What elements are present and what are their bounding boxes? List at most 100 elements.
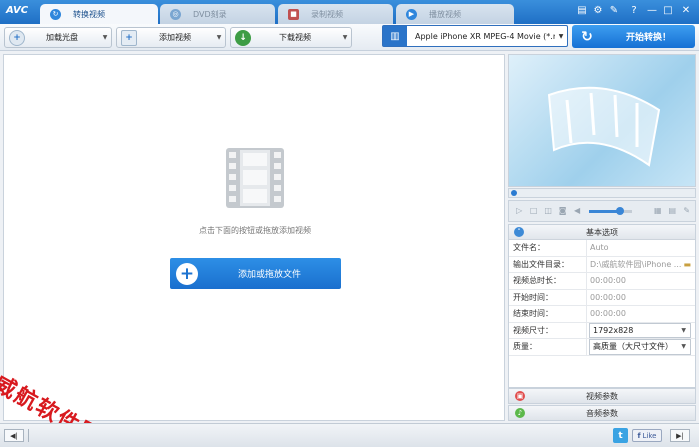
chevron-down-icon: ▼ [102,34,108,41]
collapse-left-button[interactable]: ◀| [4,429,24,442]
output-dir-value: D:\威航软件园\iPhone ... [590,259,682,269]
tab-record-video[interactable]: ■ 录制视频 [278,4,393,24]
audio-params-label: 音频参数 [586,408,618,418]
drop-hint-text: 点击下面的按钮或拖放添加视频 [199,226,311,235]
audio-params-icon: ♪ [515,408,525,418]
start-convert-button[interactable]: ↻ 开始转换！ [572,25,695,48]
quality-select[interactable]: 高质量（大尺寸文件） ▼ [589,339,691,355]
minimize-button[interactable]: — [646,5,658,17]
video-params-icon: ▣ [515,391,525,401]
start-time-field[interactable]: 00:00:00 [587,290,695,306]
volume-handle[interactable] [616,206,625,215]
tools-icon[interactable]: ✎ [608,5,620,17]
volume-icon[interactable]: ◀ [571,205,583,217]
seek-handle[interactable] [511,190,517,196]
seek-bar[interactable] [508,188,696,198]
tab-play-video[interactable]: ▶ 播放视频 [396,4,514,24]
load-disc-label: 加载光盘 [46,33,78,42]
volume-slider[interactable] [589,206,632,215]
stop-icon[interactable]: □ [527,205,539,217]
setting-row-start-time: 开始时间： 00:00:00 [509,289,695,306]
maximize-button[interactable]: □ [662,5,674,17]
facebook-icon: f [637,431,641,440]
convert-icon: ↻ [50,8,61,20]
app-logo: AVC [6,5,29,16]
plus-icon: + [176,262,198,285]
collapse-icon: ˄ [514,227,524,237]
tab-label: 录制视频 [311,9,343,19]
camera-icon[interactable]: ◙ [556,205,568,217]
duration-value: 00:00:00 [590,276,626,286]
convert-label: 开始转换！ [625,33,671,43]
film-add-icon: + [121,29,137,46]
facebook-like-button[interactable]: f Like [632,429,662,442]
setting-row-end-time: 结束时间： 00:00:00 [509,306,695,323]
player-controls: ▷ □ ◫ ◙ ◀ ▦ ▤ ✎ [508,200,696,222]
profile-icon: ▥ [383,26,407,46]
setting-row-filename: 文件名： Auto [509,240,695,257]
tab-label: 转换视频 [73,9,105,19]
tab-convert-video[interactable]: ↻ 转换视频 [40,4,158,24]
tab-label: 播放视频 [429,9,461,19]
crop-icon[interactable]: ▦ [652,205,664,217]
audio-params-header[interactable]: ♪ 音频参数 [508,405,696,421]
setting-label: 视频总时长： [509,273,587,289]
profile-value: Apple iPhone XR MPEG-4 Movie (*.m... [415,31,555,41]
video-size-value: 1792x828 [593,325,634,335]
download-video-label: 下载视频 [279,33,311,42]
load-disc-button[interactable]: + 加载光盘 ▼ [4,27,112,48]
download-video-button[interactable]: ↓ 下载视频 ▼ [230,27,352,48]
skin-icon[interactable]: ▤ [576,5,588,17]
setting-label: 文件名： [509,240,587,256]
output-profile-select[interactable]: ▥ Apple iPhone XR MPEG-4 Movie (*.m... ▼ [382,25,568,47]
close-button[interactable]: ✕ [680,5,692,17]
add-video-button[interactable]: + 添加视频 ▼ [116,27,226,48]
setting-label: 开始时间： [509,289,587,305]
output-dir-field[interactable]: D:\威航软件园\iPhone ... ▬ [587,257,695,273]
help-icon[interactable]: ? [628,5,640,17]
film-strip-icon [226,148,284,208]
chevron-down-icon: ▼ [681,326,686,334]
video-params-header[interactable]: ▣ 视频参数 [508,388,696,404]
basic-options-panel: ˄ 基本选项 文件名： Auto 输出文件目录： D:\威航软件园\iPhone… [508,224,696,388]
title-bar: AVC ↻ 转换视频 ◎ DVD刻录 ■ 录制视频 ▶ 播放视频 ▤ ⚙ ✎ ?… [0,0,699,24]
filename-field[interactable]: Auto [587,240,695,256]
chevron-down-icon: ▼ [558,32,564,40]
add-or-drop-file-button[interactable]: + 添加或拖放文件 [170,258,341,289]
wrench-icon[interactable]: ✎ [681,205,693,217]
video-size-select[interactable]: 1792x828 ▼ [589,322,691,338]
film-reel-graphic [547,86,661,167]
folder-icon[interactable]: ▬ [683,260,691,269]
setting-row-quality: 质量： 高质量（大尺寸文件） ▼ [509,339,695,356]
setting-label: 结束时间： [509,306,587,322]
setting-row-duration: 视频总时长： 00:00:00 [509,273,695,290]
chevron-down-icon: ▼ [342,34,348,41]
file-drop-area[interactable]: 点击下面的按钮或拖放添加视频 + 添加或拖放文件 [3,54,505,421]
status-bar: ◀| t f Like ▶| [0,423,699,447]
quality-value: 高质量（大尺寸文件） [593,342,673,352]
divider [28,429,29,442]
record-icon: ■ [288,8,299,20]
setting-label: 视频尺寸： [509,322,587,338]
twitter-icon[interactable]: t [613,428,628,443]
like-label: Like [642,431,657,440]
snapshot-icon[interactable]: ◫ [542,205,554,217]
add-file-label: 添加或拖放文件 [237,270,301,280]
collapse-right-button[interactable]: ▶| [670,429,690,442]
add-video-label: 添加视频 [159,33,191,42]
play-icon[interactable]: ▷ [513,205,525,217]
setting-row-output-dir: 输出文件目录： D:\威航软件园\iPhone ... ▬ [509,256,695,273]
chevron-down-icon: ▼ [216,34,222,41]
disc-icon: ◎ [170,8,181,20]
setting-row-video-size: 视频尺寸： 1792x828 ▼ [509,322,695,339]
end-time-field[interactable]: 00:00:00 [587,306,695,322]
section-title: 基本选项 [586,227,618,237]
tab-dvd-burn[interactable]: ◎ DVD刻录 [160,4,275,24]
download-globe-icon: ↓ [235,29,251,46]
basic-options-header[interactable]: ˄ 基本选项 [509,225,695,240]
play-icon: ▶ [406,8,417,20]
setting-label: 输出文件目录： [509,256,587,272]
chevron-down-icon: ▼ [681,343,686,351]
effect-icon[interactable]: ▤ [666,205,678,217]
settings-icon[interactable]: ⚙ [592,5,604,17]
